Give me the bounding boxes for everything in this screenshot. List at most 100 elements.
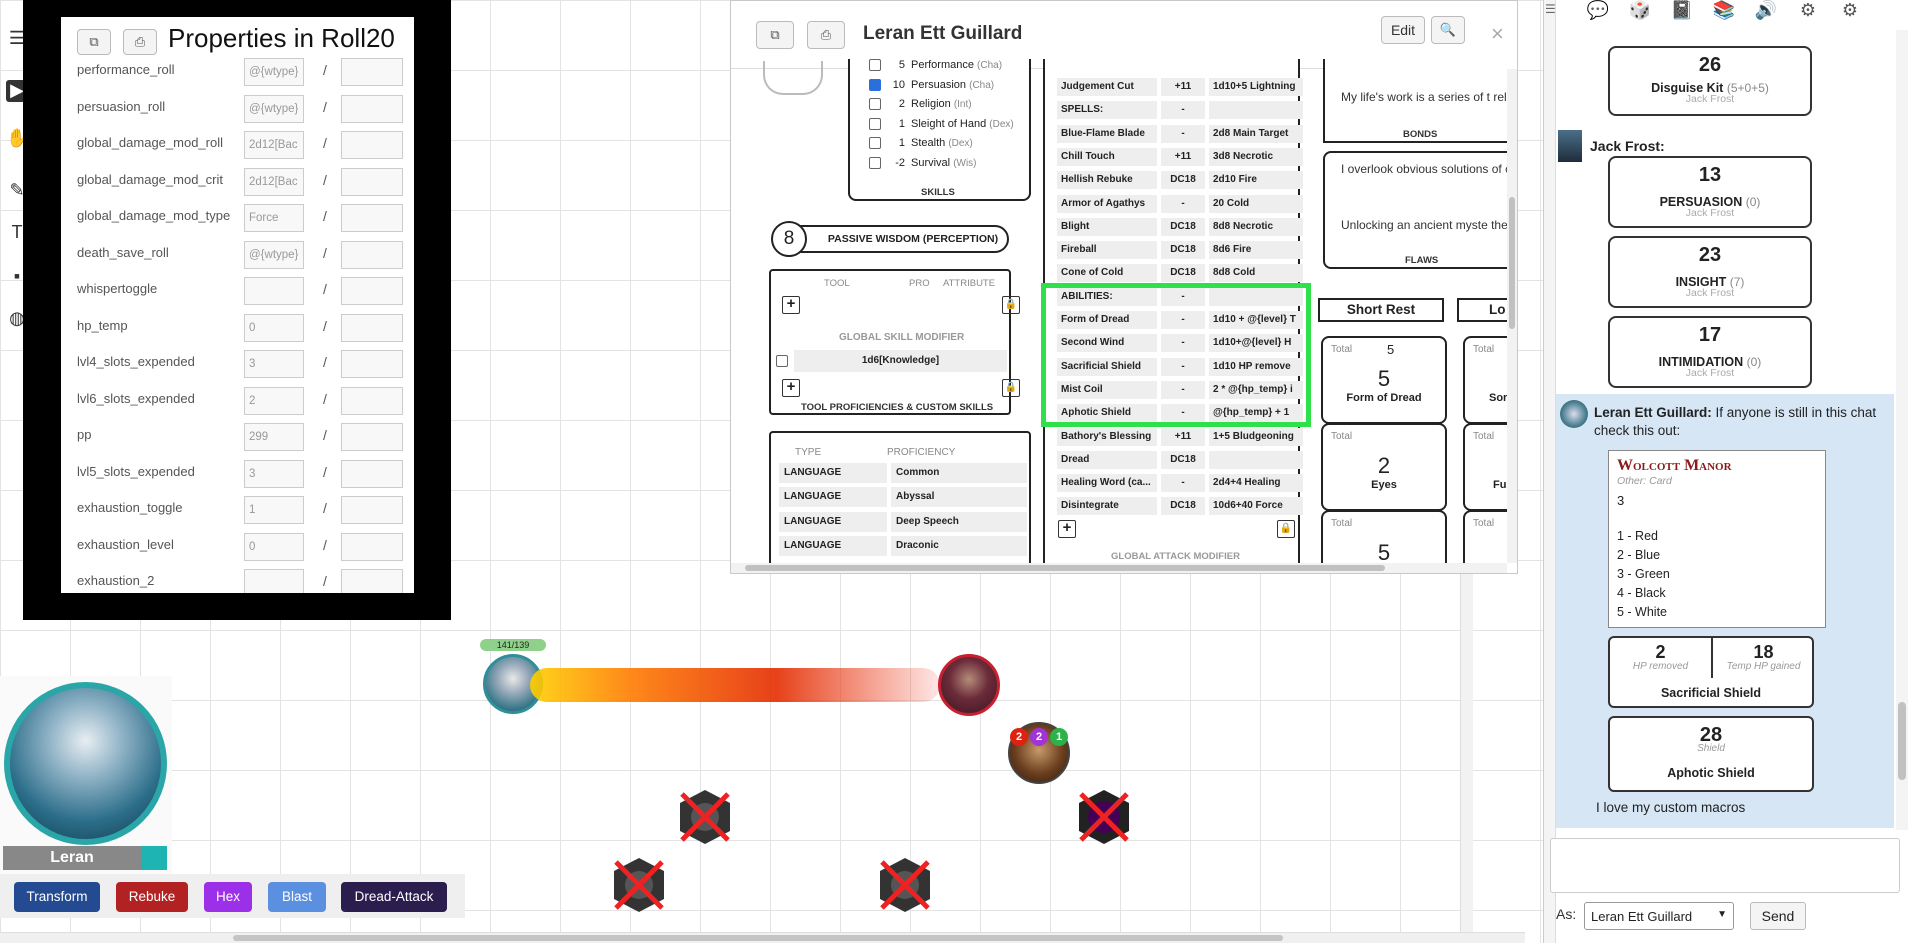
property-current-input[interactable]: 1 bbox=[244, 496, 304, 524]
sheet-vertical-scrollbar[interactable] bbox=[1507, 69, 1517, 563]
attack-row[interactable]: Disintegrate DC18 10d6+40 Force bbox=[1057, 495, 1307, 516]
attack-name[interactable]: Disintegrate bbox=[1057, 497, 1157, 516]
property-max-input[interactable] bbox=[341, 94, 403, 123]
property-max-input[interactable] bbox=[341, 350, 403, 378]
attack-row[interactable]: Blight DC18 8d8 Necrotic bbox=[1057, 216, 1307, 237]
property-current-input[interactable]: @{wtype} bbox=[244, 240, 304, 269]
chat-scrollbar[interactable] bbox=[1896, 30, 1908, 830]
property-max-input[interactable] bbox=[341, 496, 403, 524]
attack-name[interactable]: Bathory's Blessing bbox=[1057, 427, 1157, 446]
property-max-input[interactable] bbox=[341, 313, 403, 342]
sheet-horizontal-scrollbar[interactable] bbox=[731, 563, 1507, 573]
attack-row[interactable]: Blue-Flame Blade -2d8 Main Target bbox=[1057, 123, 1307, 144]
skill-proficiency-checkbox[interactable] bbox=[869, 98, 881, 111]
skill-mod-input[interactable]: 1d6[Knowledge] bbox=[794, 350, 1007, 372]
resource-max[interactable]: 5 bbox=[1387, 342, 1394, 357]
journal-icon[interactable]: 📓 bbox=[1666, 0, 1698, 24]
property-current-input[interactable]: 0 bbox=[244, 532, 304, 561]
language-type[interactable]: LANGUAGE bbox=[779, 487, 887, 508]
property-max-input[interactable] bbox=[341, 386, 403, 415]
add-tool-icon[interactable]: + bbox=[782, 296, 800, 314]
attack-row[interactable]: Healing Word (ca... -2d4+4 Healing bbox=[1057, 472, 1307, 493]
attack-name[interactable]: Fireball bbox=[1057, 241, 1157, 260]
attack-row[interactable]: Judgement Cut +11 1d10+5 Lightning bbox=[1057, 76, 1307, 97]
edit-button[interactable]: Edit bbox=[1381, 16, 1425, 44]
dice-icon[interactable]: 🎲 bbox=[1624, 0, 1656, 24]
property-max-input[interactable] bbox=[341, 423, 403, 451]
language-type[interactable]: LANGUAGE bbox=[779, 511, 887, 532]
defeated-token[interactable] bbox=[676, 788, 734, 846]
skill-proficiency-checkbox[interactable] bbox=[869, 59, 881, 72]
property-max-input[interactable] bbox=[341, 167, 403, 196]
attack-name[interactable]: SPELLS: bbox=[1057, 101, 1157, 120]
chat-scroll-thumb[interactable] bbox=[1898, 702, 1906, 780]
attack-name[interactable]: Dread bbox=[1057, 450, 1157, 469]
macro-hex-button[interactable]: Hex bbox=[204, 882, 252, 912]
property-max-input[interactable] bbox=[341, 277, 403, 305]
language-proficiency[interactable]: Draconic bbox=[891, 535, 1027, 556]
sheet-vertical-scroll-thumb[interactable] bbox=[1509, 197, 1515, 329]
macro-transform-button[interactable]: Transform bbox=[14, 882, 100, 912]
property-max-input[interactable] bbox=[341, 204, 403, 232]
property-current-input[interactable] bbox=[244, 277, 304, 305]
skill-proficiency-checkbox[interactable] bbox=[869, 117, 881, 130]
property-current-input[interactable]: 299 bbox=[244, 423, 304, 451]
sheet-horizontal-scroll-thumb[interactable] bbox=[745, 565, 1385, 571]
lock-icon[interactable]: 🔒 bbox=[1002, 296, 1020, 314]
property-max-input[interactable] bbox=[341, 58, 403, 86]
property-max-input[interactable] bbox=[341, 131, 403, 159]
defeated-token[interactable] bbox=[876, 856, 934, 914]
attack-name[interactable]: Chill Touch bbox=[1057, 147, 1157, 166]
map-horizontal-scroll-thumb[interactable] bbox=[233, 935, 1283, 941]
property-max-input[interactable] bbox=[341, 459, 403, 488]
attack-row[interactable]: Armor of Agathys -20 Cold bbox=[1057, 193, 1307, 214]
attack-name[interactable]: Healing Word (ca... bbox=[1057, 474, 1157, 493]
player-color-swatch[interactable] bbox=[141, 846, 167, 870]
property-current-input[interactable] bbox=[244, 569, 304, 593]
enemy-token-warlock[interactable] bbox=[938, 654, 1000, 716]
sidebar-collapse-handle[interactable]: ☰ bbox=[1544, 0, 1556, 943]
settings-icon[interactable]: ⚙ bbox=[1834, 0, 1866, 24]
property-current-input[interactable]: 2d12[Bac bbox=[244, 167, 304, 196]
attack-row[interactable]: Chill Touch +11 3d8 Necrotic bbox=[1057, 146, 1307, 167]
skill-proficiency-checkbox[interactable] bbox=[869, 156, 881, 169]
collapse-icon[interactable]: ☰ bbox=[1545, 2, 1556, 16]
attack-name[interactable]: Judgement Cut bbox=[1057, 78, 1157, 96]
language-type[interactable]: LANGUAGE bbox=[779, 463, 887, 483]
macro-rebuke-button[interactable]: Rebuke bbox=[116, 882, 188, 912]
add-attack-icon[interactable]: + bbox=[1058, 520, 1076, 538]
popout-icon[interactable]: ⧉ bbox=[77, 29, 111, 55]
short-rest-button[interactable]: Short Rest bbox=[1318, 298, 1444, 322]
attack-name[interactable]: Cone of Cold bbox=[1057, 264, 1157, 283]
speaking-as-select[interactable]: Leran Ett Guillard ▼ bbox=[1584, 902, 1734, 930]
lock-icon[interactable]: 🔒 bbox=[1002, 379, 1020, 397]
attack-name[interactable]: Armor of Agathys bbox=[1057, 194, 1157, 213]
attack-row[interactable]: Bathory's Blessing +11 1+5 Bludgeoning bbox=[1057, 426, 1307, 447]
attack-row[interactable]: Dread DC18 bbox=[1057, 449, 1307, 470]
language-proficiency[interactable]: Deep Speech bbox=[891, 511, 1027, 532]
attack-row[interactable]: Fireball DC18 8d6 Fire bbox=[1057, 239, 1307, 260]
map-horizontal-scrollbar[interactable] bbox=[0, 932, 1525, 943]
property-current-input[interactable]: 3 bbox=[244, 459, 304, 488]
macro-blast-button[interactable]: Blast bbox=[268, 882, 326, 912]
defeated-token[interactable] bbox=[1075, 788, 1133, 846]
player-portrait-avatar[interactable] bbox=[4, 682, 167, 845]
property-current-input[interactable]: 0 bbox=[244, 313, 304, 342]
language-type[interactable]: LANGUAGE bbox=[779, 535, 887, 556]
resource-value[interactable]: 5 bbox=[1323, 366, 1445, 392]
skill-mod-checkbox[interactable] bbox=[776, 355, 788, 367]
defeated-token[interactable] bbox=[610, 856, 668, 914]
send-button[interactable]: Send bbox=[1750, 902, 1806, 930]
attack-row[interactable]: SPELLS: - bbox=[1057, 99, 1307, 120]
macro-dread-attack-button[interactable]: Dread-Attack bbox=[341, 882, 447, 912]
attack-row[interactable]: Hellish Rebuke DC18 2d10 Fire bbox=[1057, 169, 1307, 190]
language-proficiency[interactable]: Common bbox=[891, 463, 1027, 483]
property-current-input[interactable]: 3 bbox=[244, 350, 304, 378]
skill-proficiency-checkbox[interactable] bbox=[869, 137, 881, 150]
resource-value[interactable]: 2 bbox=[1323, 453, 1445, 479]
chat-icon[interactable]: 💬 bbox=[1582, 0, 1614, 24]
chat-input[interactable] bbox=[1550, 838, 1900, 893]
language-proficiency[interactable]: Abyssal bbox=[891, 487, 1027, 508]
attack-name[interactable]: Hellish Rebuke bbox=[1057, 171, 1157, 190]
add-tool-icon[interactable]: + bbox=[782, 379, 800, 397]
